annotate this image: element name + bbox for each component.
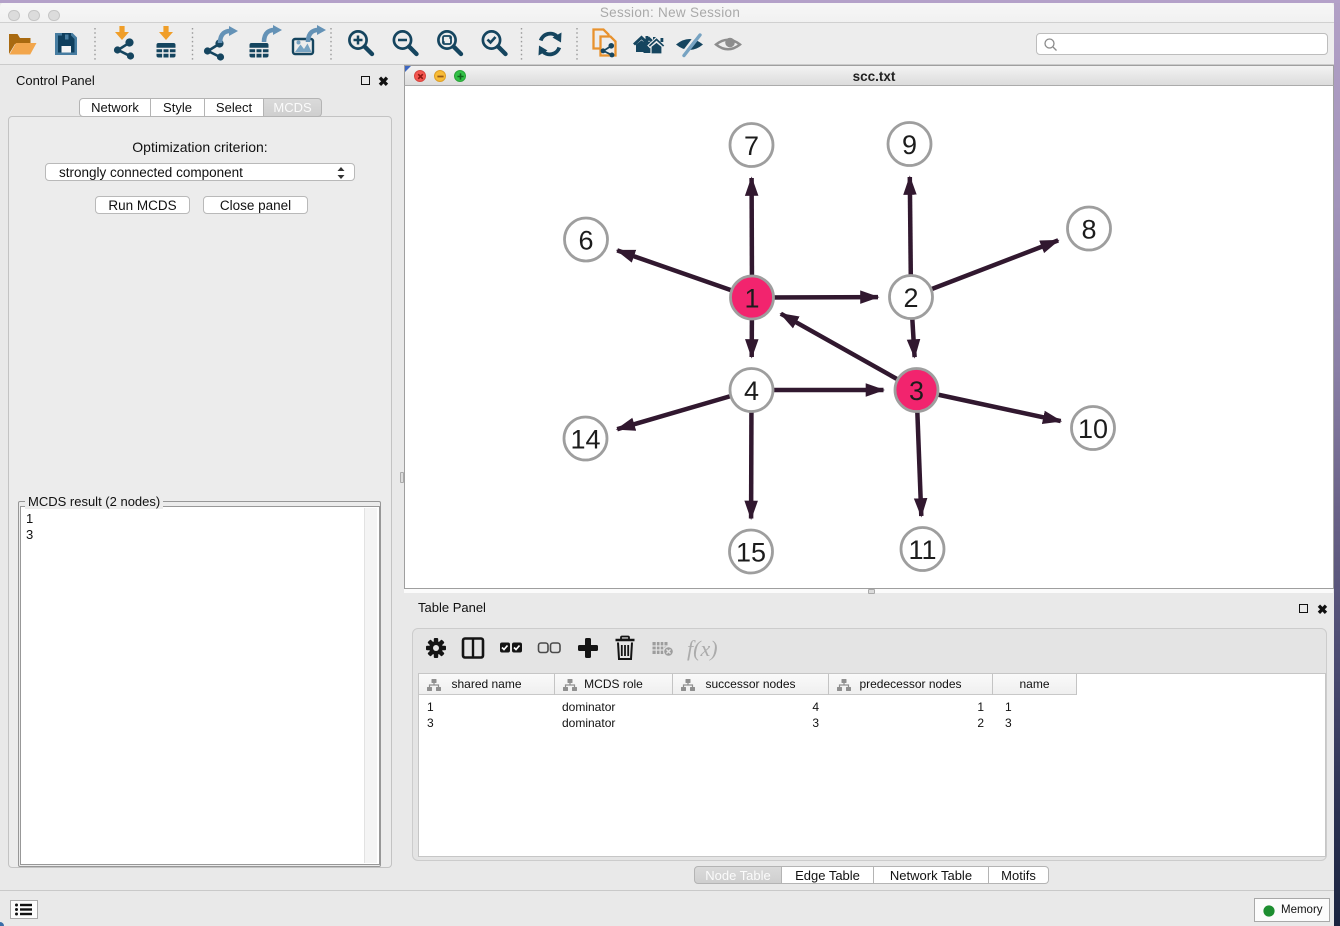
svg-text:15: 15 [736,538,766,568]
svg-text:2: 2 [903,283,918,313]
svg-text:f(x): f(x) [687,636,718,661]
svg-text:11: 11 [908,535,936,565]
svg-text:3: 3 [909,376,924,406]
svg-text:9: 9 [902,130,917,160]
svg-text:4: 4 [744,376,759,406]
svg-text:10: 10 [1078,414,1108,444]
svg-text:6: 6 [578,226,593,256]
svg-text:7: 7 [744,131,759,161]
svg-text:14: 14 [570,425,600,455]
svg-text:8: 8 [1081,215,1096,245]
svg-text:1: 1 [744,284,759,314]
